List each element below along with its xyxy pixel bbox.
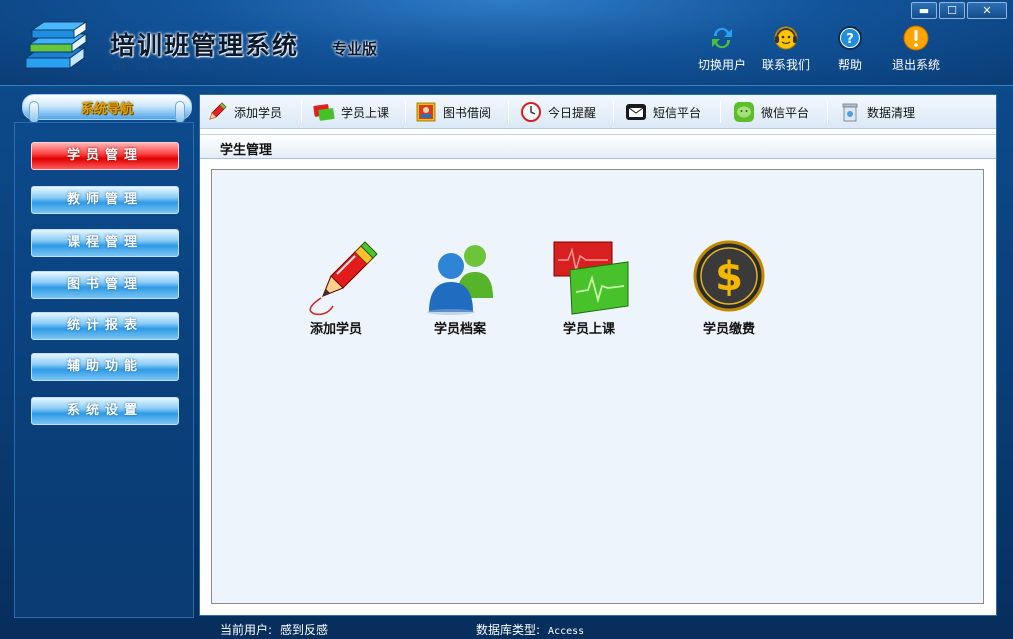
header-actions: 切换用户 联系我们 ? 帮助 退出系统 xyxy=(690,24,960,76)
sidebar-item-reports[interactable]: 统计报表 xyxy=(31,312,179,340)
sidebar-item-books[interactable]: 图书管理 xyxy=(31,271,179,299)
dollar-icon: $ xyxy=(693,240,765,312)
toolbar-separator xyxy=(301,101,302,123)
status-db-value: Access xyxy=(548,626,585,637)
toolbar-separator xyxy=(827,101,828,123)
books-logo-icon xyxy=(24,21,88,69)
toolbar-student-class[interactable]: 学员上课 xyxy=(313,100,389,124)
envelope-icon xyxy=(626,104,646,120)
toolbar-today-reminder-label: 今日提醒 xyxy=(548,105,597,120)
switch-user-button[interactable]: 切换用户 xyxy=(690,24,754,73)
function-student-class[interactable]: 学员上课 xyxy=(539,240,639,337)
app-edition: 专业版 xyxy=(332,40,378,58)
maximize-button[interactable]: ☐ xyxy=(939,2,965,19)
clock-icon xyxy=(521,102,541,122)
cards-icon xyxy=(553,241,629,315)
sidebar-title: 系统导航 xyxy=(80,102,133,117)
toolbar-book-borrow[interactable]: 图书借阅 xyxy=(415,100,491,124)
svg-text:$: $ xyxy=(715,254,743,300)
toolbar-data-cleanup-label: 数据清理 xyxy=(867,105,916,120)
contact-us-button[interactable]: 联系我们 xyxy=(754,24,818,73)
sidebar-item-settings[interactable]: 系统设置 xyxy=(31,397,179,425)
exit-button[interactable]: 退出系统 xyxy=(884,24,948,73)
toolbar-separator xyxy=(508,101,509,123)
app-title: 培训班管理系统 xyxy=(110,31,300,60)
function-student-records[interactable]: 学员档案 xyxy=(410,240,510,337)
contact-us-label: 联系我们 xyxy=(761,58,810,72)
status-current-user: 当前用户: 感到反感 xyxy=(220,621,328,638)
help-icon: ? xyxy=(838,26,862,50)
contact-icon xyxy=(774,26,798,50)
close-button[interactable]: ✕ xyxy=(967,2,1007,19)
toolbar-today-reminder[interactable]: 今日提醒 xyxy=(520,100,596,124)
app-title-reflection: 培训班管理系统 xyxy=(112,61,266,70)
pen-icon xyxy=(209,102,227,120)
switch-user-label: 切换用户 xyxy=(697,58,746,72)
trash-icon xyxy=(842,103,858,122)
toolbar-wechat-platform[interactable]: 微信平台 xyxy=(733,100,809,124)
function-student-class-label: 学员上课 xyxy=(562,322,615,337)
status-db-type: 数据库类型: Access xyxy=(476,621,584,638)
status-db-label: 数据库类型: xyxy=(476,623,541,637)
function-student-payment[interactable]: $ 学员缴费 xyxy=(679,240,779,337)
function-add-student-label: 添加学员 xyxy=(309,322,362,337)
toolbar-sms-platform[interactable]: 短信平台 xyxy=(625,100,701,124)
book-icon xyxy=(416,102,436,122)
app-window: 培训班管理系统 培训班管理系统 专业版 ▬ ☐ ✕ 切换用户 联系我们 ? 帮助… xyxy=(0,0,1013,639)
users-icon xyxy=(427,245,493,315)
sidebar-item-auxiliary[interactable]: 辅助功能 xyxy=(31,353,179,381)
section-title: 学生管理 xyxy=(220,143,273,158)
exit-label: 退出系统 xyxy=(891,58,940,72)
section-header: 学生管理 xyxy=(200,134,996,159)
switch-user-icon xyxy=(712,27,732,49)
toolbar-book-borrow-label: 图书借阅 xyxy=(443,105,492,120)
function-add-student[interactable]: 添加学员 xyxy=(286,240,386,337)
exit-icon xyxy=(903,25,929,51)
function-student-payment-label: 学员缴费 xyxy=(702,322,755,337)
wechat-icon xyxy=(734,102,754,122)
toolbar-separator xyxy=(720,101,721,123)
toolbar-add-student[interactable]: 添加学员 xyxy=(206,100,282,124)
svg-text:?: ? xyxy=(846,32,854,47)
window-controls: ▬ ☐ ✕ xyxy=(911,2,1007,19)
toolbar-wechat-platform-label: 微信平台 xyxy=(761,105,810,120)
status-user-value: 感到反感 xyxy=(280,623,329,637)
sidebar-item-teachers[interactable]: 教师管理 xyxy=(31,186,179,214)
toolbar: 添加学员 学员上课 图书借阅 今日提醒 短信平台 微信平台 数据清理 xyxy=(200,95,996,129)
help-label: 帮助 xyxy=(837,58,862,72)
help-button[interactable]: ? 帮助 xyxy=(818,24,882,73)
function-student-records-label: 学员档案 xyxy=(433,322,486,337)
pen-icon xyxy=(309,241,378,316)
minimize-button[interactable]: ▬ xyxy=(911,2,937,19)
status-user-label: 当前用户: xyxy=(220,623,273,637)
title-bar: 培训班管理系统 培训班管理系统 专业版 ▬ ☐ ✕ 切换用户 联系我们 ? 帮助… xyxy=(0,0,1013,86)
toolbar-student-class-label: 学员上课 xyxy=(341,105,390,120)
function-panel xyxy=(211,169,984,604)
toolbar-data-cleanup[interactable]: 数据清理 xyxy=(839,100,915,124)
sidebar-item-courses[interactable]: 课程管理 xyxy=(31,229,179,257)
toolbar-separator xyxy=(613,101,614,123)
card-icon xyxy=(313,104,335,121)
sidebar-item-students[interactable]: 学员管理 xyxy=(31,142,179,170)
toolbar-separator xyxy=(405,101,406,123)
status-bar: 当前用户: 感到反感 数据库类型: Access xyxy=(0,619,1013,639)
toolbar-add-student-label: 添加学员 xyxy=(234,105,283,120)
toolbar-sms-platform-label: 短信平台 xyxy=(653,105,702,120)
sidebar-header: 系统导航 xyxy=(22,94,192,123)
sidebar: 学员管理 教师管理 课程管理 图书管理 统计报表 辅助功能 系统设置 xyxy=(14,122,194,618)
